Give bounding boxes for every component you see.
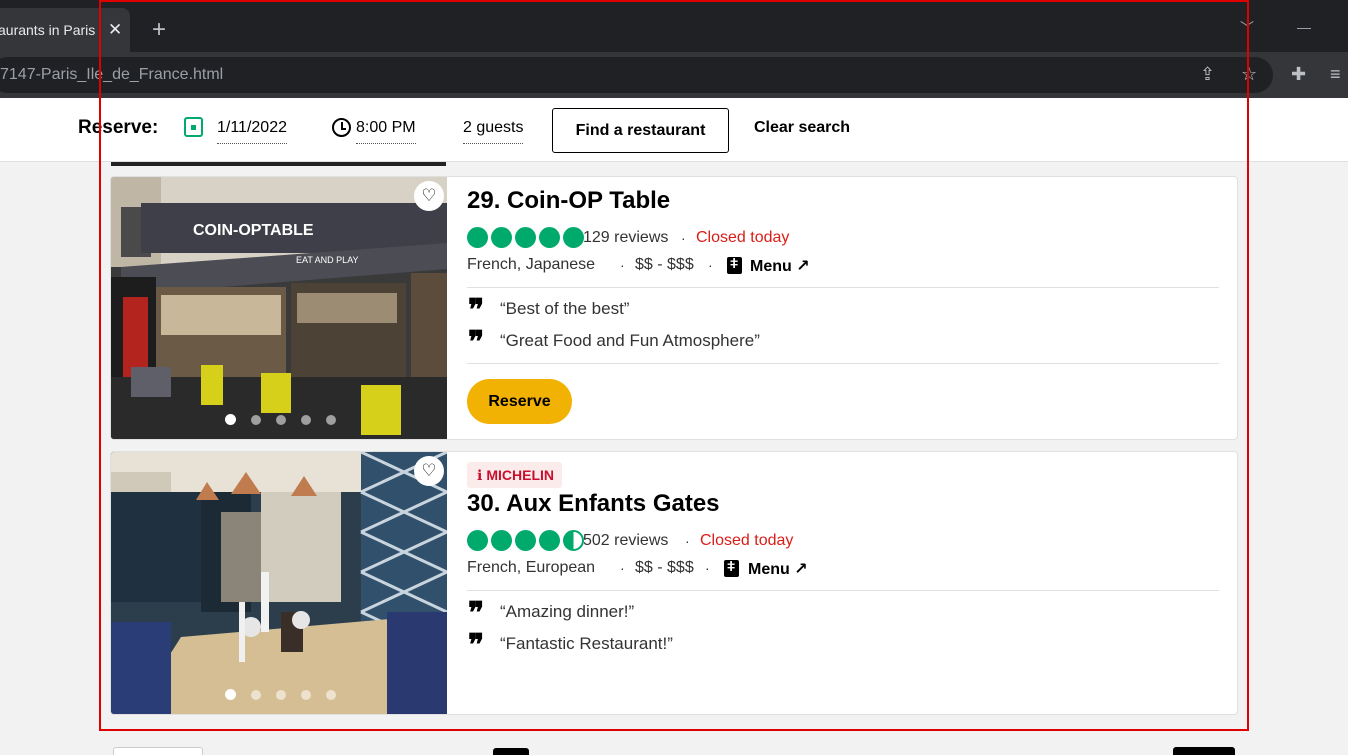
browser-toolbar: 7147-Paris_Ile_de_France.html ⇪ ☆ ✚ ≡ xyxy=(0,52,1348,98)
michelin-icon: ℹ xyxy=(477,467,483,483)
restaurant-title[interactable]: 29. Coin-OP Table xyxy=(467,187,670,215)
review-quote[interactable]: “Great Food and Fun Atmosphere” xyxy=(500,331,760,351)
pagination-current-page[interactable] xyxy=(493,748,529,755)
rating-bubble-half xyxy=(563,530,584,551)
menu-book-icon[interactable] xyxy=(727,255,742,274)
extensions-puzzle-icon[interactable]: ✚ xyxy=(1291,64,1306,84)
carousel-dot[interactable] xyxy=(251,690,261,700)
quote-icon: ❞ xyxy=(468,325,485,360)
carousel-dot[interactable] xyxy=(225,414,236,425)
tab-close-icon[interactable]: ✕ xyxy=(108,8,122,52)
divider xyxy=(467,590,1219,591)
price-range: $$ - $$$ xyxy=(635,559,694,576)
carousel-dot[interactable] xyxy=(225,689,236,700)
separator-dot: · xyxy=(685,533,690,549)
date-field[interactable]: 1/11/2022 xyxy=(217,119,287,144)
photo-carousel-dots[interactable] xyxy=(225,689,336,700)
restaurant-info: 29. Coin-OP Table 129 reviews · Closed t… xyxy=(467,177,1219,439)
restaurant-info: ℹ MICHELIN 30. Aux Enfants Gates 502 revi… xyxy=(467,452,1219,714)
rating-bubble xyxy=(563,227,584,248)
heart-icon[interactable]: ♡ xyxy=(414,456,444,486)
pagination-previous-button[interactable] xyxy=(113,747,203,755)
rating-bubble xyxy=(515,227,536,248)
bookmark-star-icon[interactable]: ☆ xyxy=(1241,64,1257,84)
rating-bubbles xyxy=(467,227,584,248)
address-url[interactable]: 7147-Paris_Ile_de_France.html xyxy=(0,57,223,93)
menu-link[interactable]: Menu ↗ xyxy=(748,559,808,579)
divider xyxy=(467,287,1219,288)
tab-search-chevron-icon[interactable]: ﹀ xyxy=(1240,18,1254,38)
restaurant-card[interactable]: COIN-OPTABLE EAT AND PLAY ♡ 29. Coin-OP xyxy=(110,176,1238,440)
separator-dot: · xyxy=(681,230,686,246)
rating-bubble xyxy=(467,227,488,248)
carousel-dot[interactable] xyxy=(276,415,286,425)
quote-icon: ❞ xyxy=(468,596,485,631)
carousel-dot[interactable] xyxy=(326,690,336,700)
address-bar[interactable]: 7147-Paris_Ile_de_France.html xyxy=(0,57,1273,93)
review-quote[interactable]: “Best of the best” xyxy=(500,299,629,319)
cuisine-types: French, Japanese xyxy=(467,256,596,273)
rating-bubble xyxy=(467,530,488,551)
rating-bubble xyxy=(539,227,560,248)
cuisine-types: French, European xyxy=(467,559,596,576)
michelin-badge: ℹ MICHELIN xyxy=(467,462,562,488)
carousel-dot[interactable] xyxy=(301,690,311,700)
clear-search-button[interactable]: Clear search xyxy=(754,119,850,137)
separator-dot: · xyxy=(620,560,625,576)
divider xyxy=(467,363,1219,364)
open-status: Closed today xyxy=(696,229,790,246)
review-count[interactable]: 502 reviews xyxy=(583,532,668,550)
heart-icon[interactable]: ♡ xyxy=(414,181,444,211)
rating-bubble xyxy=(491,530,512,551)
find-restaurant-button[interactable]: Find a restaurant xyxy=(552,108,729,153)
sign-subtext: EAT AND PLAY xyxy=(296,255,359,265)
review-quote[interactable]: “Amazing dinner!” xyxy=(500,602,634,622)
rating-bubbles xyxy=(467,530,584,551)
media-queue-icon[interactable]: ≡ xyxy=(1330,64,1341,84)
browser-tab-bar: aurants in Paris ✕ + ﹀ xyxy=(0,0,1348,57)
menu-book-icon[interactable] xyxy=(724,558,739,577)
separator-dot: · xyxy=(620,257,625,273)
guests-field[interactable]: 2 guests xyxy=(463,119,524,144)
menu-link[interactable]: Menu ↗ xyxy=(750,256,810,276)
carousel-dot[interactable] xyxy=(251,415,261,425)
separator-dot: · xyxy=(705,560,710,576)
new-tab-icon[interactable]: + xyxy=(152,16,166,44)
tab-title: aurants in Paris xyxy=(0,22,96,38)
reserve-bar: Reserve: 1/11/2022 8:00 PM 2 guests Find… xyxy=(0,98,1348,162)
minimize-icon[interactable] xyxy=(1297,28,1311,29)
carousel-dot[interactable] xyxy=(326,415,336,425)
reserve-button[interactable]: Reserve xyxy=(467,379,572,424)
review-count[interactable]: 129 reviews xyxy=(583,229,668,247)
time-field[interactable]: 8:00 PM xyxy=(356,119,416,144)
previous-card-photo-edge xyxy=(111,162,446,166)
restaurant-card[interactable]: ♡ ℹ MICHELIN 30. Aux Enfants Gates 502 re… xyxy=(110,451,1238,715)
restaurant-photo[interactable]: COIN-OPTABLE EAT AND PLAY ♡ xyxy=(111,177,447,439)
rating-bubble xyxy=(539,530,560,551)
share-icon[interactable]: ⇪ xyxy=(1200,64,1215,84)
rating-bubble xyxy=(515,530,536,551)
quote-icon: ❞ xyxy=(468,628,485,663)
separator-dot: · xyxy=(708,257,713,273)
restaurant-photo[interactable]: ♡ xyxy=(111,452,447,714)
quote-icon: ❞ xyxy=(468,293,485,328)
rating-bubble xyxy=(491,227,512,248)
calendar-icon[interactable] xyxy=(184,117,203,137)
restaurant-title[interactable]: 30. Aux Enfants Gates xyxy=(467,490,720,518)
sign-text: COIN-OPTABLE xyxy=(193,222,314,239)
carousel-dot[interactable] xyxy=(276,690,286,700)
carousel-dot[interactable] xyxy=(301,415,311,425)
pagination-next-button[interactable] xyxy=(1173,747,1235,755)
review-quote[interactable]: “Fantastic Restaurant!” xyxy=(500,634,673,654)
browser-tab[interactable]: aurants in Paris ✕ xyxy=(0,8,130,52)
michelin-label: MICHELIN xyxy=(486,467,554,483)
photo-carousel-dots[interactable] xyxy=(225,414,336,425)
open-status: Closed today xyxy=(700,532,794,549)
clock-icon[interactable] xyxy=(332,118,351,137)
price-range: $$ - $$$ xyxy=(635,256,694,273)
reserve-label: Reserve: xyxy=(78,117,159,138)
